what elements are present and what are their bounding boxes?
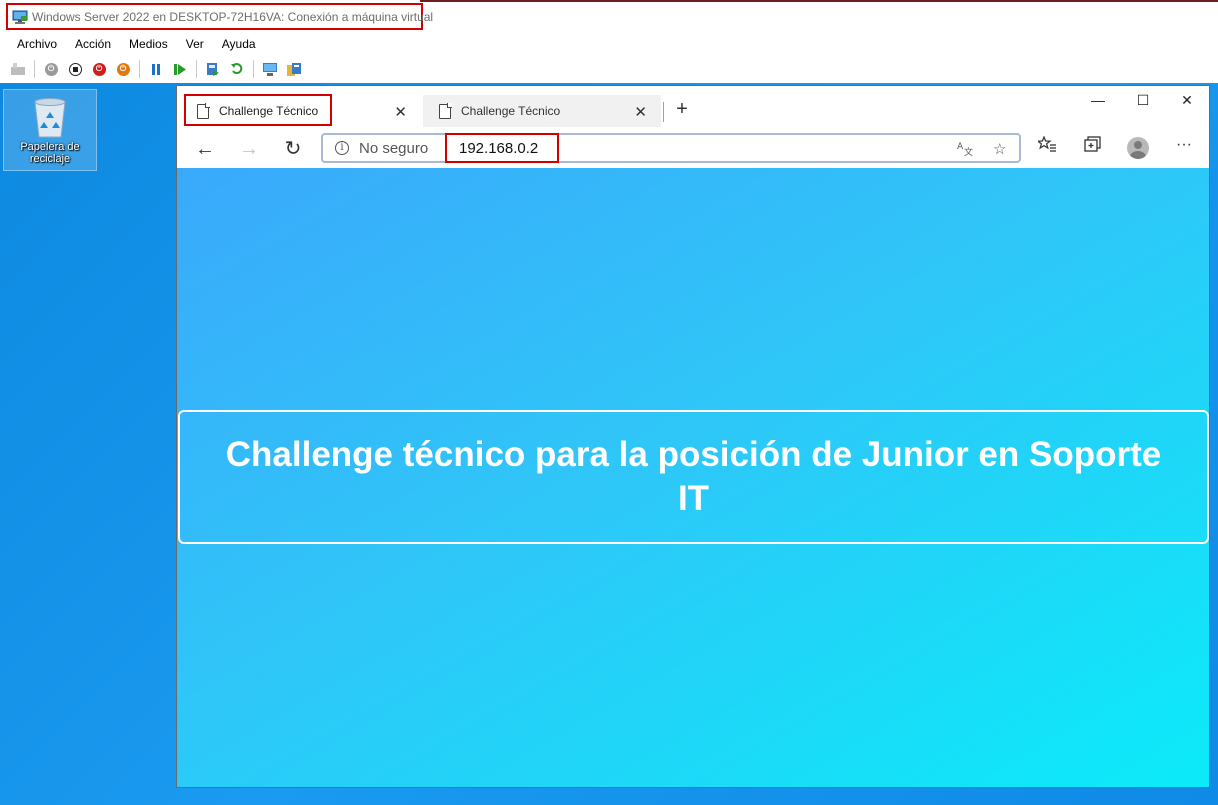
recycle-bin-icon: [31, 96, 69, 138]
url-text[interactable]: 192.168.0.2: [459, 140, 538, 157]
resume-icon[interactable]: [171, 60, 189, 78]
favorite-star-icon[interactable]: ☆: [993, 140, 1006, 158]
tab-divider: [663, 102, 664, 122]
revert-icon[interactable]: [228, 60, 246, 78]
hero-banner: Challenge técnico para la posición de Ju…: [178, 410, 1209, 544]
close-window-icon[interactable]: ✕: [1164, 92, 1210, 116]
page-heading: Challenge técnico para la posición de Ju…: [225, 435, 1162, 518]
navigation-bar: ← → ↻ i No seguro 192.168.0.2 A文 ☆ ···: [177, 130, 1209, 168]
tab-inactive[interactable]: Challenge Técnico ✕: [423, 95, 661, 127]
recycle-bin-shortcut[interactable]: Papelera de reciclaje: [3, 89, 97, 171]
refresh-icon[interactable]: ↻: [279, 136, 307, 162]
vm-toolbar: ⏻ ⏻ ⏻: [0, 55, 1218, 83]
pause-icon[interactable]: [147, 60, 165, 78]
vm-title-highlight: Windows Server 2022 en DESKTOP-72H16VA: …: [6, 3, 433, 30]
address-bar[interactable]: i No seguro 192.168.0.2 A文 ☆: [321, 133, 1021, 163]
toolbar-divider: [34, 60, 35, 78]
collections-icon[interactable]: [1079, 136, 1107, 157]
menu-medios[interactable]: Medios: [122, 37, 175, 51]
menu-ver[interactable]: Ver: [179, 37, 211, 51]
more-options-icon[interactable]: ···: [1170, 136, 1198, 154]
favorites-icon[interactable]: [1033, 135, 1061, 157]
page-content: Challenge técnico para la posición de Ju…: [177, 168, 1209, 787]
svg-text:A: A: [957, 142, 964, 152]
tab-title: Challenge Técnico: [461, 104, 561, 118]
toolbar-divider: [196, 60, 197, 78]
recycle-bin-label: Papelera de reciclaje: [20, 141, 80, 165]
new-tab-icon[interactable]: +: [670, 98, 694, 121]
enhanced-session-icon[interactable]: [261, 60, 279, 78]
close-tab-icon[interactable]: ✕: [394, 103, 407, 121]
minimize-icon[interactable]: —: [1075, 92, 1121, 116]
save-state-icon[interactable]: ⏻: [114, 60, 132, 78]
security-label[interactable]: No seguro: [359, 140, 428, 157]
checkpoint-icon[interactable]: [204, 60, 222, 78]
page-icon: [439, 103, 452, 119]
profile-avatar[interactable]: [1127, 137, 1149, 159]
menu-accion[interactable]: Acción: [68, 37, 118, 51]
toolbar-divider: [139, 60, 140, 78]
ctrl-alt-del-icon[interactable]: [9, 60, 27, 78]
shutdown-icon[interactable]: ⏻: [90, 60, 108, 78]
share-icon[interactable]: [285, 60, 303, 78]
title-bar-accent: [420, 0, 1218, 2]
menu-archivo[interactable]: Archivo: [10, 37, 64, 51]
tab-strip: Challenge Técnico ✕ Challenge Técnico ✕ …: [177, 86, 1209, 130]
vm-connection-icon: [12, 9, 28, 25]
vm-menu-bar: Archivo Acción Medios Ver Ayuda: [0, 33, 1218, 55]
translate-icon[interactable]: A文: [957, 140, 973, 160]
menu-ayuda[interactable]: Ayuda: [215, 37, 263, 51]
close-tab-icon[interactable]: ✕: [634, 103, 647, 121]
svg-text:文: 文: [964, 146, 973, 156]
vm-title-bar: Windows Server 2022 en DESKTOP-72H16VA: …: [0, 0, 1218, 33]
info-icon[interactable]: i: [335, 141, 349, 155]
maximize-icon[interactable]: ☐: [1120, 92, 1166, 116]
toolbar-divider: [253, 60, 254, 78]
turn-off-icon[interactable]: [66, 60, 84, 78]
vm-title-text: Windows Server 2022 en DESKTOP-72H16VA: …: [32, 9, 434, 24]
forward-icon[interactable]: →: [235, 136, 263, 162]
start-icon[interactable]: ⏻: [42, 60, 60, 78]
tab-highlight: [184, 94, 332, 126]
browser-window: Challenge Técnico ✕ Challenge Técnico ✕ …: [176, 85, 1210, 788]
back-icon[interactable]: ←: [191, 136, 219, 162]
